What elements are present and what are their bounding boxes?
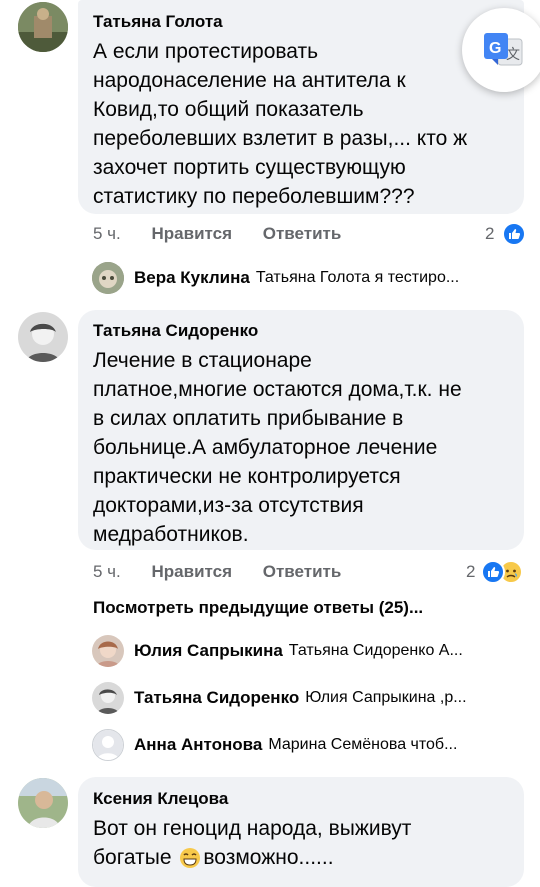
comment-text: А если протестировать народонаселение на… xyxy=(93,40,468,208)
reply-author[interactable]: Юлия Сапрыкина xyxy=(134,641,283,661)
avatar[interactable] xyxy=(92,635,124,667)
reply-item[interactable]: Вера Куклина Татьяна Голота я тестиро... xyxy=(92,262,459,294)
comment-actions: 5 ч. Нравится Ответить xyxy=(93,562,341,582)
reply-author[interactable]: Анна Антонова xyxy=(134,735,262,755)
reply-item[interactable]: Юлия Сапрыкина Татьяна Сидоренко А... xyxy=(92,635,463,667)
comment-text: Вот он геноцид народа, выживут богатые в… xyxy=(93,817,412,869)
reply-author[interactable]: Татьяна Сидоренко xyxy=(134,688,299,708)
reply-button[interactable]: Ответить xyxy=(263,224,342,243)
like-button[interactable]: Нравится xyxy=(152,562,233,581)
reply-preview: Татьяна Сидоренко А... xyxy=(288,642,463,659)
avatar[interactable] xyxy=(92,729,124,761)
avatar-tatyana-sidorenko[interactable] xyxy=(18,312,68,362)
avatar[interactable] xyxy=(92,262,124,294)
comment-author[interactable]: Татьяна Сидоренко xyxy=(93,321,258,341)
google-translate-icon: 文 G xyxy=(482,29,526,73)
comment-text: Лечение в стационаре платное,многие оста… xyxy=(93,349,462,546)
reaction-count[interactable]: 2 xyxy=(485,224,494,244)
comment-timestamp[interactable]: 5 ч. xyxy=(93,562,121,581)
like-reaction-icon xyxy=(481,560,505,584)
reply-author[interactable]: Вера Куклина xyxy=(134,268,250,288)
comment-timestamp[interactable]: 5 ч. xyxy=(93,224,121,243)
svg-text:文: 文 xyxy=(506,47,520,63)
grinning-emoji-icon xyxy=(179,847,201,869)
avatar-kseniya-kletsova[interactable] xyxy=(18,778,68,828)
comment-author[interactable]: Ксения Клецова xyxy=(93,789,228,809)
comment-actions: 5 ч. Нравится Ответить xyxy=(93,224,341,244)
avatar[interactable] xyxy=(92,682,124,714)
reply-item[interactable]: Татьяна Сидоренко Юлия Сапрыкина ,р... xyxy=(92,682,467,714)
avatar-tatyana-golota[interactable] xyxy=(18,2,68,52)
reply-preview: Татьяна Голота я тестиро... xyxy=(255,269,460,286)
reply-button[interactable]: Ответить xyxy=(263,562,342,581)
translate-button[interactable]: 文 G xyxy=(462,8,540,92)
reply-preview: Марина Семёнова чтоб... xyxy=(268,736,458,753)
reply-preview: Юлия Сапрыкина ,р... xyxy=(305,689,467,706)
reaction-count[interactable]: 2 xyxy=(466,562,475,582)
reply-item[interactable]: Анна Антонова Марина Семёнова чтоб... xyxy=(92,729,457,761)
svg-text:G: G xyxy=(489,40,501,57)
view-previous-replies-link[interactable]: Посмотреть предыдущие ответы (25)... xyxy=(93,598,423,618)
like-reaction-icon xyxy=(502,222,526,246)
comment-author[interactable]: Татьяна Голота xyxy=(93,12,223,32)
like-button[interactable]: Нравится xyxy=(152,224,233,243)
